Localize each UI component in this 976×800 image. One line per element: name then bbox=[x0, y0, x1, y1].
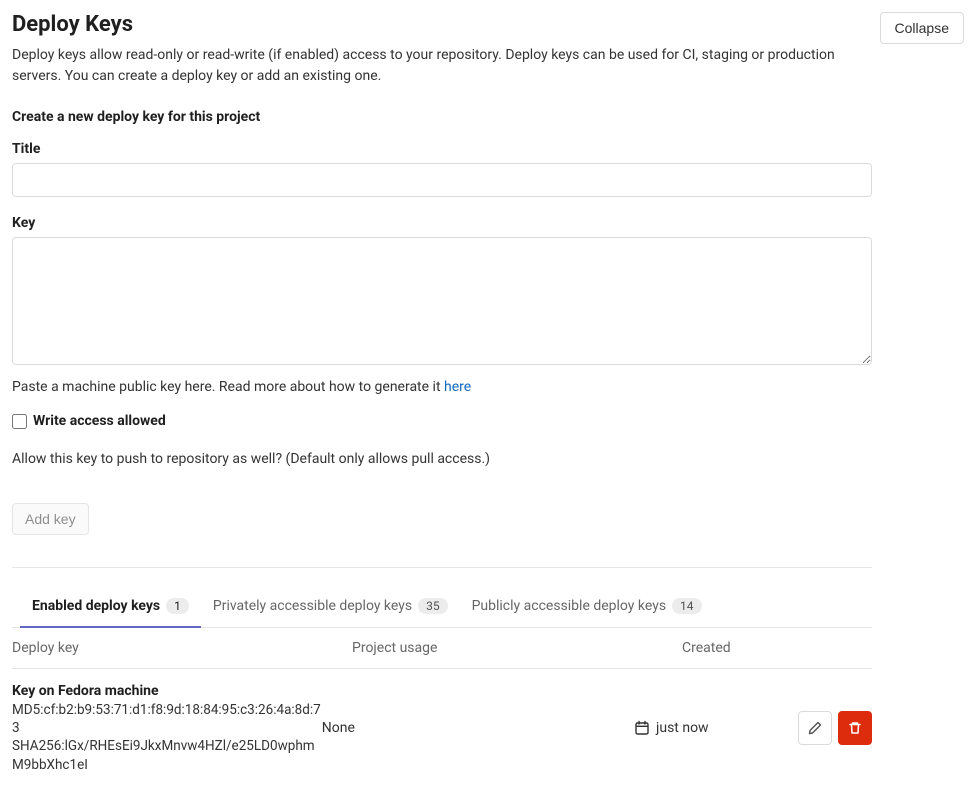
add-key-button[interactable]: Add key bbox=[12, 503, 89, 535]
divider bbox=[12, 567, 872, 568]
key-sha256: SHA256:lGx/RHEsEi9JkxMnvw4HZl/e25LD0wphm… bbox=[12, 737, 322, 773]
col-header-key: Deploy key bbox=[12, 640, 352, 656]
form-heading: Create a new deploy key for this project bbox=[12, 109, 964, 125]
tab-label: Enabled deploy keys bbox=[32, 598, 160, 614]
key-help-text: Paste a machine public key here. Read mo… bbox=[12, 379, 872, 395]
collapse-button[interactable]: Collapse bbox=[880, 12, 964, 44]
table-row: Key on Fedora machine MD5:cf:b2:b9:53:71… bbox=[12, 669, 872, 788]
help-link[interactable]: here bbox=[444, 379, 471, 395]
tab-count-badge: 14 bbox=[672, 598, 702, 614]
key-md5: MD5:cf:b2:b9:53:71:d1:f8:9d:18:84:95:c3:… bbox=[12, 701, 322, 737]
tab-private[interactable]: Privately accessible deploy keys 35 bbox=[201, 586, 460, 628]
title-label: Title bbox=[12, 141, 872, 157]
edit-button[interactable] bbox=[798, 711, 832, 745]
page-description: Deploy keys allow read-only or read-writ… bbox=[12, 45, 862, 87]
usage-cell: None bbox=[322, 720, 504, 736]
title-input[interactable] bbox=[12, 163, 872, 197]
calendar-icon bbox=[634, 720, 650, 736]
created-cell: just now bbox=[634, 720, 798, 736]
actions-cell bbox=[798, 711, 872, 745]
write-access-checkbox[interactable] bbox=[12, 414, 27, 429]
pencil-icon bbox=[807, 720, 823, 736]
tab-enabled[interactable]: Enabled deploy keys 1 bbox=[20, 586, 201, 628]
key-title: Key on Fedora machine bbox=[12, 683, 322, 699]
tab-public[interactable]: Publicly accessible deploy keys 14 bbox=[460, 586, 714, 628]
tab-label: Publicly accessible deploy keys bbox=[472, 598, 666, 614]
help-text-prefix: Paste a machine public key here. Read mo… bbox=[12, 379, 444, 395]
tab-count-badge: 1 bbox=[166, 598, 189, 614]
tabs-container: Enabled deploy keys 1 Privately accessib… bbox=[12, 586, 872, 628]
key-info-cell: Key on Fedora machine MD5:cf:b2:b9:53:71… bbox=[12, 683, 322, 774]
table-header-row: Deploy key Project usage Created bbox=[12, 628, 872, 669]
trash-icon bbox=[847, 720, 863, 736]
tab-count-badge: 35 bbox=[418, 598, 448, 614]
write-access-hint: Allow this key to push to repository as … bbox=[12, 451, 872, 467]
col-header-usage: Project usage bbox=[352, 640, 552, 656]
key-textarea[interactable] bbox=[12, 237, 872, 365]
write-access-label: Write access allowed bbox=[33, 413, 166, 429]
key-label: Key bbox=[12, 215, 872, 231]
created-text: just now bbox=[656, 720, 709, 736]
tab-label: Privately accessible deploy keys bbox=[213, 598, 412, 614]
page-title: Deploy Keys bbox=[12, 12, 133, 37]
col-header-created: Created bbox=[682, 640, 862, 656]
delete-button[interactable] bbox=[838, 711, 872, 745]
